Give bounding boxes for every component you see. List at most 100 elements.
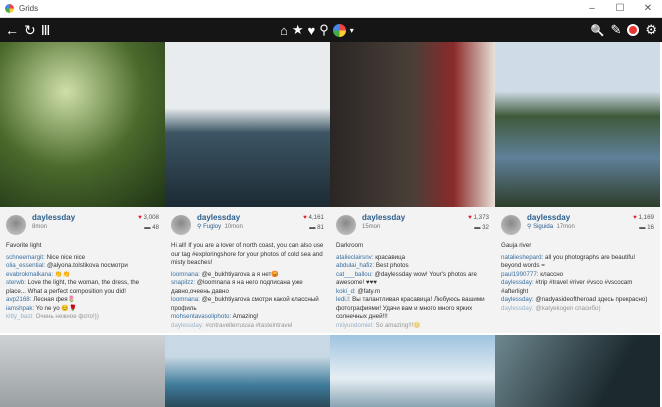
comment: evabrokmalkana: 👏👏 <box>6 271 159 280</box>
comment-text: Yo ne yo 😊🌹 <box>34 304 77 312</box>
post-photo[interactable] <box>0 42 165 207</box>
comment-text: Love the light, the woman, the dress, th… <box>6 279 140 295</box>
comment-icon: ▬ <box>309 224 316 231</box>
comment-user[interactable]: abdulai_hafiz: <box>336 262 374 269</box>
username[interactable]: daylessday <box>527 213 575 223</box>
minimize-button[interactable]: – <box>578 3 606 14</box>
post-time: 17mon <box>556 224 575 230</box>
star-icon[interactable]: ★ <box>292 22 304 38</box>
comment-user[interactable]: mohsentavasoliphoto: <box>171 313 231 320</box>
close-button[interactable]: ✕ <box>634 3 662 14</box>
home-icon[interactable]: ⌂ <box>280 23 288 38</box>
comment-user[interactable]: atalieclairsnv: <box>336 254 374 261</box>
comment-user[interactable]: snapilzz: <box>171 279 195 286</box>
comment: avp2168: Лесная фея🌷 <box>6 296 159 305</box>
comment-user[interactable]: daylessday: <box>501 305 534 312</box>
search-icon[interactable]: 🔍 <box>591 24 605 37</box>
comment: snapilzz: @loomnana я на него подписана … <box>171 279 324 296</box>
comment-user[interactable]: natalieshepard: <box>501 254 543 261</box>
username[interactable]: daylessday <box>32 213 75 223</box>
account-icon[interactable] <box>332 23 346 37</box>
location-icon[interactable]: ⚲ <box>319 22 329 38</box>
post-card: daylessday ⚲ Siguida 17mon ♥ 1,169 ▬ 16 … <box>495 42 660 333</box>
comment-text: Amazing! <box>231 313 259 320</box>
comment-text: @alyona.tolstikova посмотри <box>45 262 128 269</box>
comment-user[interactable]: daylessday: <box>171 322 204 329</box>
comment-text: Best photos <box>374 262 409 269</box>
comment: natalieshepard: all you photographs are … <box>501 254 654 271</box>
comment-user[interactable]: loomnana: <box>171 271 200 278</box>
heart-icon[interactable]: ♥ <box>633 214 637 221</box>
comment: daylessday: @nadyasideoftheroad здесь пр… <box>501 296 654 305</box>
heart-icon[interactable]: ♥ <box>308 23 316 38</box>
chevron-down-icon[interactable]: ▾ <box>350 26 354 35</box>
comment-user[interactable]: ledi.l: <box>336 296 350 303</box>
comment: loomnana: @e_bukhtiyarova смотри какой к… <box>171 296 324 313</box>
location[interactable]: Siguida <box>533 224 553 230</box>
username[interactable]: daylessday <box>197 213 243 223</box>
comment: sterwb: Love the light, the woman, the d… <box>6 279 159 296</box>
comment-icon: ▬ <box>639 224 646 231</box>
menu-icon[interactable]: Ⅲ <box>41 23 51 37</box>
photo-thumbnail[interactable] <box>165 335 330 407</box>
comment-user[interactable]: evabrokmalkana: <box>6 271 53 278</box>
username[interactable]: daylessday <box>362 213 405 223</box>
comment-icon: ▬ <box>474 224 481 231</box>
comment: iamshpak: Yo ne yo 😊🌹 <box>6 305 159 314</box>
comment-user[interactable]: koki_d: <box>336 288 356 295</box>
avatar[interactable] <box>336 215 356 235</box>
comment: ledi.l: Вы талантливая красавица! Любуюс… <box>336 296 489 322</box>
comment-user[interactable]: iamshpak: <box>6 305 34 312</box>
comment-user[interactable]: daylessday: <box>501 296 534 303</box>
comment: loomnana: @e_bukhtiyarova а я нет😡 <box>171 271 324 280</box>
window-title: Grids <box>19 4 39 13</box>
comment-user[interactable]: schneemargit: <box>6 254 45 261</box>
photo-thumbnail[interactable] <box>0 335 165 407</box>
app-logo-icon <box>5 4 14 13</box>
location[interactable]: Fugloy <box>203 224 221 230</box>
notifications-icon[interactable] <box>627 24 640 36</box>
comment-user[interactable]: loomnana: <box>171 296 200 303</box>
comment: daylessday: #trip #travel #river #vsco #… <box>501 279 654 296</box>
comment-text: Лесная фея🌷 <box>31 296 76 303</box>
caption: Favorite light <box>6 242 42 249</box>
back-icon[interactable]: ← <box>5 23 19 37</box>
heart-icon[interactable]: ♥ <box>303 214 307 221</box>
avatar[interactable] <box>6 215 26 235</box>
comment-user[interactable]: paul1990777: <box>501 271 539 278</box>
post-photo[interactable] <box>165 42 330 207</box>
avatar[interactable] <box>171 215 191 235</box>
comment: kitty_bast: Очень нежное фото!)) <box>6 313 159 322</box>
comment: olia_essential: @alyona.tolstikova посмо… <box>6 262 159 271</box>
post-details: daylessday 15mon ♥ 1,373 ▬ 32 Darkroom at… <box>330 207 495 333</box>
comment-text: @nadyasideoftheroad здесь прекрасно) <box>533 296 648 303</box>
post-card: daylessday 15mon ♥ 1,373 ▬ 32 Darkroom at… <box>330 42 495 333</box>
post-photo[interactable] <box>495 42 660 207</box>
comment-user[interactable]: kitty_bast: <box>6 313 34 320</box>
heart-icon[interactable]: ♥ <box>138 214 142 221</box>
heart-icon[interactable]: ♥ <box>468 214 472 221</box>
tag-icon[interactable]: ✎ <box>610 22 621 38</box>
photo-thumbnail[interactable] <box>330 335 495 407</box>
comment-user[interactable]: olia_essential: <box>6 262 45 269</box>
comment: paul1990777: классно <box>501 271 654 280</box>
post-card: daylessday ⚲ Fugloy 10mon ♥ 4,161 ▬ 81 H… <box>165 42 330 333</box>
caption: Hi all! If you are a lover of north coas… <box>171 242 324 266</box>
comment-user[interactable]: avp2168: <box>6 296 31 303</box>
comment-user[interactable]: sterwb: <box>6 279 26 286</box>
comment-user[interactable]: cat___ballou: <box>336 271 373 278</box>
comment: abdulai_hafiz: Best photos <box>336 262 489 271</box>
comment-text: 👏👏 <box>53 270 71 278</box>
gear-icon[interactable]: ⚙ <box>645 22 657 38</box>
post-details: daylessday ⚲ Fugloy 10mon ♥ 4,161 ▬ 81 H… <box>165 207 330 333</box>
post-photo[interactable] <box>330 42 495 207</box>
photo-thumbnail[interactable] <box>495 335 660 407</box>
post-details: daylessday ⚲ Siguida 17mon ♥ 1,169 ▬ 16 … <box>495 207 660 333</box>
refresh-icon[interactable]: ↻ <box>24 23 36 37</box>
avatar[interactable] <box>501 215 521 235</box>
comment-user[interactable]: milyundomiel: <box>336 322 374 329</box>
maximize-button[interactable]: ☐ <box>606 3 634 14</box>
comment-user[interactable]: daylessday: <box>501 279 534 286</box>
comment-text: Очень нежное фото!)) <box>33 313 99 320</box>
post-details: daylessday 8mon ♥ 3,008 ▬ 48 Favorite li… <box>0 207 165 333</box>
